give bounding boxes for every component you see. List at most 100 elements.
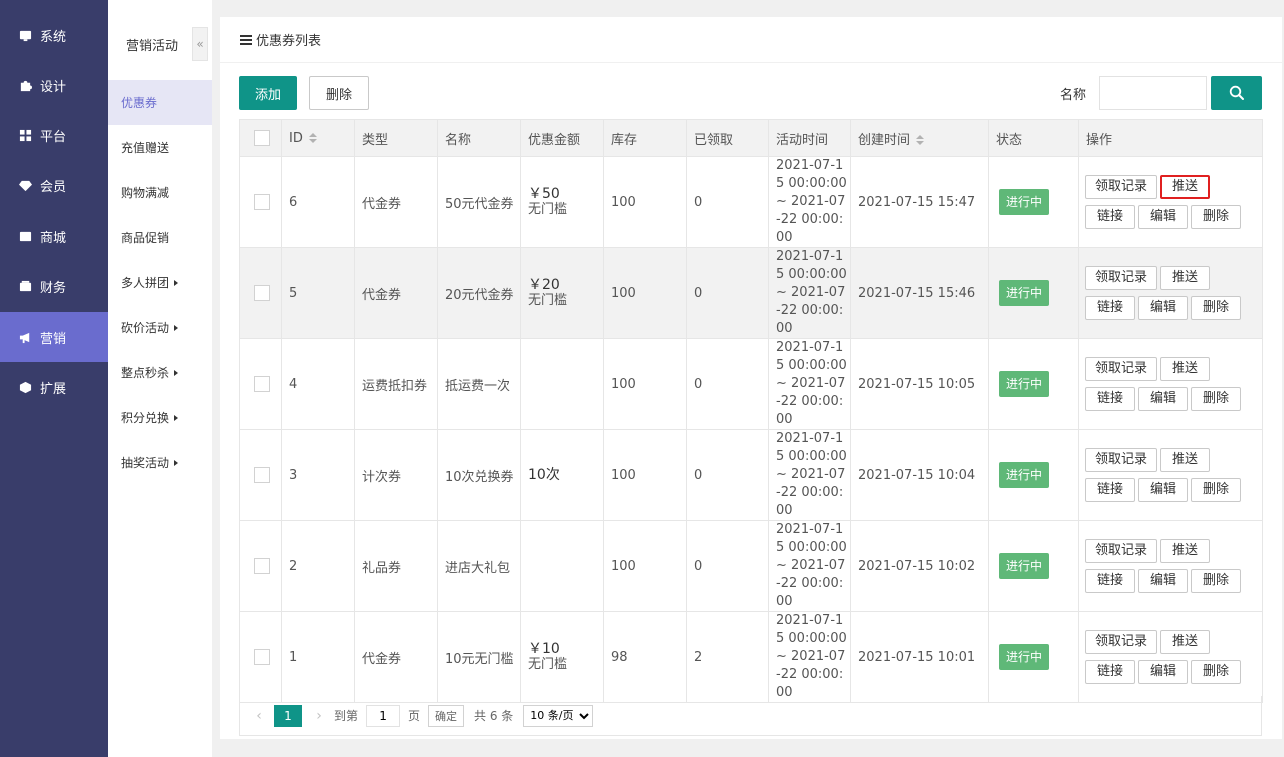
nav-item-2[interactable]: 平台 [0,110,108,160]
push-button[interactable]: 推送 [1160,266,1210,290]
amount-note: 无门槛 [528,293,568,308]
sub-nav-item-3[interactable]: 商品促销 [108,215,212,260]
delete-row-button[interactable]: 删除 [1191,296,1241,320]
link-button[interactable]: 链接 [1085,205,1135,229]
table-row[interactable]: 4 运费抵扣券 抵运费一次 100 0 2021-07-15 00:00:00 ~ 202… [239,338,1263,430]
link-button[interactable]: 链接 [1085,569,1135,593]
panel-header: 优惠券列表 [220,17,1282,63]
records-button[interactable]: 领取记录 [1085,539,1157,563]
delete-button[interactable]: 删除 [309,76,369,110]
coupon-table: ID 类型 名称 优惠金额 库存 已领取 活动时间 创建时间 状态 操作 6 代金… [239,119,1263,703]
cell-status: 进行中 [988,611,1079,703]
row-checkbox[interactable] [254,194,270,210]
cell-period: 2021-07-15 00:00:00 ~ 2021-07-22 00:00:0… [768,338,851,430]
table-row[interactable]: 3 计次券 10次兑换券 10次 100 0 2021-07-15 00:00:00 ~ 2… [239,429,1263,521]
nav-item-6[interactable]: 营销 [0,312,108,362]
nav-item-4[interactable]: 商城 [0,211,108,261]
cell-created: 2021-07-15 15:47 [850,156,989,248]
edit-button[interactable]: 编辑 [1138,296,1188,320]
prev-page-icon[interactable]: ‹ [250,708,268,724]
sub-nav-item-7[interactable]: 积分兑换 [108,395,212,440]
edit-button[interactable]: 编辑 [1138,660,1188,684]
edit-button[interactable]: 编辑 [1138,569,1188,593]
records-button[interactable]: 领取记录 [1085,630,1157,654]
confirm-button[interactable]: 确定 [428,704,465,727]
add-button[interactable]: 添加 [239,76,297,110]
edit-button[interactable]: 编辑 [1138,205,1188,229]
cell-id: 4 [281,338,355,430]
delete-row-button[interactable]: 删除 [1191,478,1241,502]
records-button[interactable]: 领取记录 [1085,448,1157,472]
next-page-icon[interactable]: › [310,708,328,724]
row-checkbox[interactable] [254,285,270,301]
cell-created: 2021-07-15 15:46 [850,247,989,339]
cell-status: 进行中 [988,429,1079,521]
records-button[interactable]: 领取记录 [1085,357,1157,381]
cell-amount [520,520,604,612]
sub-nav-item-8[interactable]: 抽奖活动 [108,440,212,485]
delete-row-button[interactable]: 删除 [1191,205,1241,229]
nav-item-5[interactable]: 财务 [0,261,108,311]
link-button[interactable]: 链接 [1085,478,1135,502]
sub-nav-item-0[interactable]: 优惠券 [108,80,212,125]
row-checkbox[interactable] [254,649,270,665]
page-current[interactable]: 1 [274,704,302,727]
row-checkbox[interactable] [254,376,270,392]
status-badge: 进行中 [999,280,1049,306]
nav-item-1[interactable]: 设计 [0,60,108,110]
edit-button[interactable]: 编辑 [1138,478,1188,502]
amount-value: ￥10 [528,641,560,657]
cell-period: 2021-07-15 00:00:00 ~ 2021-07-22 00:00:0… [768,156,851,248]
sub-nav-item-4[interactable]: 多人拼团 [108,260,212,305]
sub-nav-item-2[interactable]: 购物满减 [108,170,212,215]
sort-icon[interactable] [916,135,925,145]
nav-item-0[interactable]: 系统 [0,10,108,60]
table-row[interactable]: 6 代金券 50元代金券 ￥50 无门槛 100 0 2021-07-15 00:00:00 … [239,156,1263,248]
nav-item-7[interactable]: 扩展 [0,362,108,412]
header-created[interactable]: 创建时间 [850,119,989,157]
cell-status: 进行中 [988,520,1079,612]
push-button[interactable]: 推送 [1160,175,1210,199]
status-badge: 进行中 [999,553,1049,579]
goto-input[interactable] [366,704,401,727]
sub-nav-item-5[interactable]: 砍价活动 [108,305,212,350]
page-unit: 页 [408,709,421,723]
search-label: 名称 [1060,88,1087,103]
row-checkbox[interactable] [254,558,270,574]
records-button[interactable]: 领取记录 [1085,266,1157,290]
delete-row-button[interactable]: 删除 [1191,569,1241,593]
status-badge: 进行中 [999,189,1049,215]
table-row[interactable]: 5 代金券 20元代金券 ￥20 无门槛 100 0 2021-07-15 00:00:00 … [239,247,1263,339]
link-button[interactable]: 链接 [1085,660,1135,684]
nav-item-3[interactable]: 会员 [0,160,108,210]
delete-row-button[interactable]: 删除 [1191,660,1241,684]
edit-button[interactable]: 编辑 [1138,387,1188,411]
table-row[interactable]: 1 代金券 10元无门槛 ￥10 无门槛 98 2 2021-07-15 00:00:00 ~… [239,611,1263,703]
cell-id: 5 [281,247,355,339]
row-checkbox[interactable] [254,467,270,483]
push-button[interactable]: 推送 [1160,630,1210,654]
search-input[interactable] [1099,76,1207,110]
collapse-icon[interactable]: « [192,27,208,61]
page-size-select[interactable]: 10 条/页 [523,704,594,727]
sub-nav-item-1[interactable]: 充值赠送 [108,125,212,170]
grid-icon [18,128,32,142]
delete-row-button[interactable]: 删除 [1191,387,1241,411]
sub-nav-item-6[interactable]: 整点秒杀 [108,350,212,395]
push-button[interactable]: 推送 [1160,539,1210,563]
cell-type: 代金券 [354,156,438,248]
push-button[interactable]: 推送 [1160,357,1210,381]
sort-icon[interactable] [308,133,317,143]
sub-nav-item-label: 多人拼团 [121,276,170,290]
search-button[interactable] [1211,76,1262,110]
records-button[interactable]: 领取记录 [1085,175,1157,199]
header-id[interactable]: ID [281,119,355,157]
amount-value: ￥20 [528,277,560,293]
link-button[interactable]: 链接 [1085,387,1135,411]
select-all-checkbox[interactable] [254,130,270,146]
table-header-row: ID 类型 名称 优惠金额 库存 已领取 活动时间 创建时间 状态 操作 [239,119,1263,157]
push-button[interactable]: 推送 [1160,448,1210,472]
table-row[interactable]: 2 礼品券 进店大礼包 100 0 2021-07-15 00:00:00 ~ 2021-… [239,520,1263,612]
link-button[interactable]: 链接 [1085,296,1135,320]
sub-nav-item-label: 砍价活动 [121,321,170,335]
